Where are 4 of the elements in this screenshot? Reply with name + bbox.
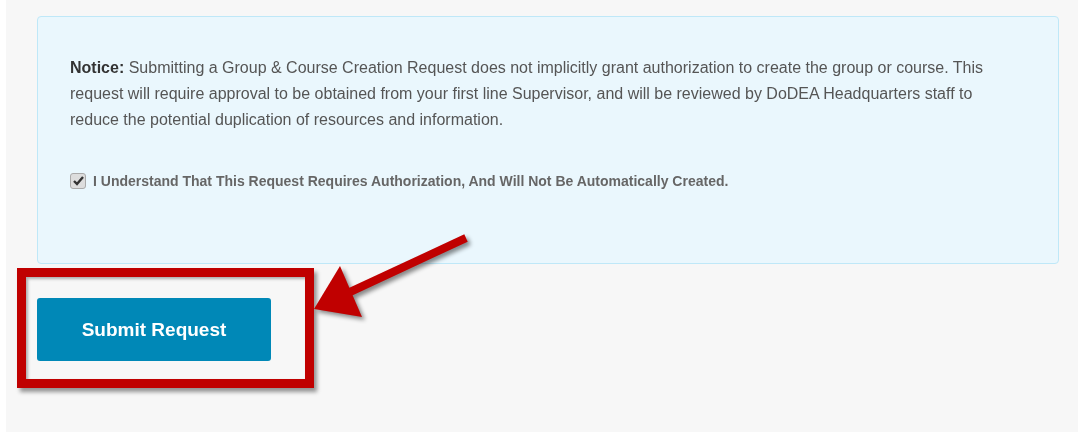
checkbox[interactable] (70, 173, 86, 189)
submit-button[interactable]: Submit Request (37, 298, 271, 361)
acknowledgement-label: I Understand That This Request Requires Authorization, And Will Not Be Automatically Created. (93, 173, 729, 189)
notice-text: Notice: Submitting a Group & Course Creation Request does not implicitly grant authorization to create the group or course. This request will require approval to be obtained from your first line Supervisor, and will be reviewed by DoDEA Headquarters staff to reduce the potential duplication of resources and information. (70, 58, 985, 130)
